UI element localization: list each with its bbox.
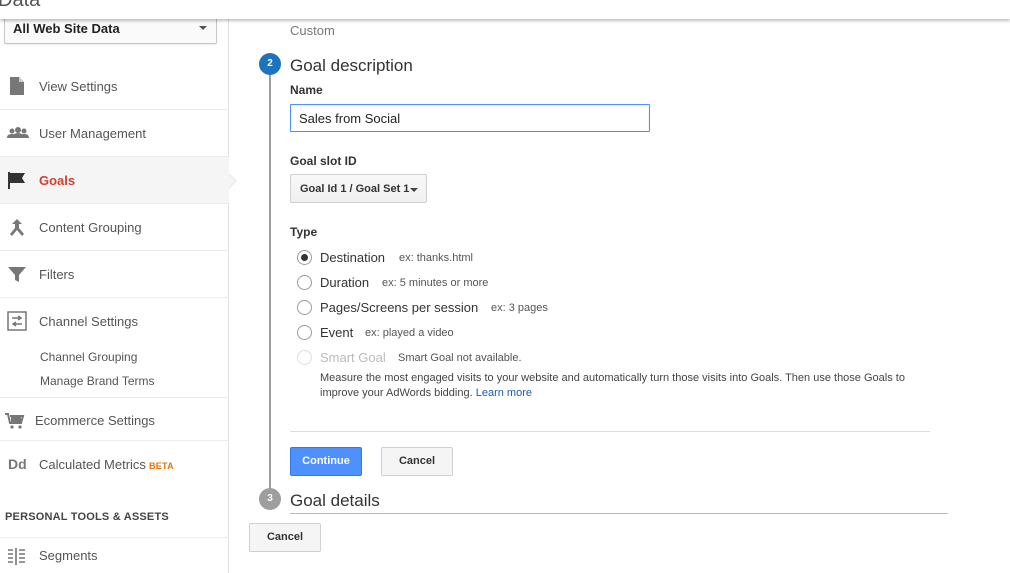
bottom-cancel-button[interactable]: Cancel [249,523,321,552]
channel-settings-icon [7,311,27,331]
sidebar-item-label: Channel Settings [39,314,139,329]
option-example: ex: 5 minutes or more [382,277,489,289]
sidebar-item-user-management[interactable]: User Management [0,110,229,157]
caret-down-icon [199,26,207,30]
learn-more-link[interactable]: Learn more [476,387,532,399]
option-label: Duration [320,275,370,290]
segments-icon [7,546,27,566]
top-bar: Data [0,0,1010,19]
option-label: Event [320,325,354,340]
sidebar-item-label: View Settings [39,79,118,94]
sidebar-item-ecommerce-settings[interactable]: Ecommerce Settings [0,398,229,441]
sidebar-item-label: Content Grouping [39,220,142,235]
cart-icon [5,411,25,431]
goal-name-input[interactable] [290,104,650,132]
sidebar-item-content-grouping[interactable]: Content Grouping [0,204,229,251]
cancel-button[interactable]: Cancel [381,447,453,476]
radio-button[interactable] [297,250,312,265]
users-icon [7,123,29,143]
step-title-goal-description: Goal description [290,56,413,75]
caret-down-icon [410,188,418,192]
header-title: Data [0,0,41,11]
calculated-metrics-icon: Dd [8,456,27,472]
step-number-badge: 3 [259,488,281,510]
radio-button[interactable] [297,325,312,340]
goal-slot-dropdown[interactable]: Goal Id 1 / Goal Set 1 [290,174,427,203]
smart-goal-description: Measure the most engaged visits to your … [320,372,905,399]
previous-step-value: Custom [290,23,335,38]
step-title-goal-details: Goal details [290,491,380,510]
merge-icon [7,217,27,237]
option-label: Smart Goal [320,350,386,365]
sidebar-subitem-channel-grouping[interactable]: Channel Grouping [40,350,137,364]
sidebar-item-segments[interactable]: Segments [0,537,229,573]
step-connector-line [269,74,271,494]
document-icon [7,76,27,96]
section-divider [290,513,948,514]
admin-sidebar: All Web Site Data View Settings User Man… [0,0,237,573]
sidebar-item-label: Ecommerce Settings [35,413,155,428]
sidebar-item-label: User Management [39,126,146,141]
continue-button[interactable]: Continue [290,447,362,476]
sidebar-item-label: Goals [39,173,76,188]
option-label: Destination [320,250,386,265]
section-divider [290,431,930,432]
filter-icon [7,264,27,284]
step-number-badge: 2 [259,53,281,75]
view-selector-value: All Web Site Data [13,21,120,36]
option-example: Smart Goal not available. [398,352,522,364]
sidebar-item-calculated-metrics[interactable]: Dd Calculated Metrics BETA [0,441,229,487]
active-indicator [228,173,237,189]
option-example: ex: 3 pages [491,302,548,314]
name-label: Name [290,83,323,97]
sidebar-item-label: Calculated Metrics BETA [39,457,174,472]
sidebar-item-label: Segments [39,548,98,563]
option-label: Pages/Screens per session [320,300,479,315]
goal-slot-value: Goal Id 1 / Goal Set 1 [300,183,410,195]
sidebar-item-filters[interactable]: Filters [0,251,229,298]
option-example: ex: played a video [365,327,454,339]
sidebar-item-label: Filters [39,267,75,282]
option-example: ex: thanks.html [399,252,473,264]
sidebar-item-goals[interactable]: Goals [0,157,237,204]
radio-button[interactable] [297,275,312,290]
beta-badge: BETA [148,461,174,471]
section-header-personal-tools: PERSONAL TOOLS & ASSETS [5,511,169,523]
goal-slot-label: Goal slot ID [290,154,357,168]
radio-button[interactable] [297,300,312,315]
sidebar-subitem-manage-brand-terms[interactable]: Manage Brand Terms [40,374,155,388]
sidebar-item-view-settings[interactable]: View Settings [0,63,229,110]
radio-button [297,350,312,365]
flag-icon [7,170,27,190]
type-label: Type [290,225,318,239]
